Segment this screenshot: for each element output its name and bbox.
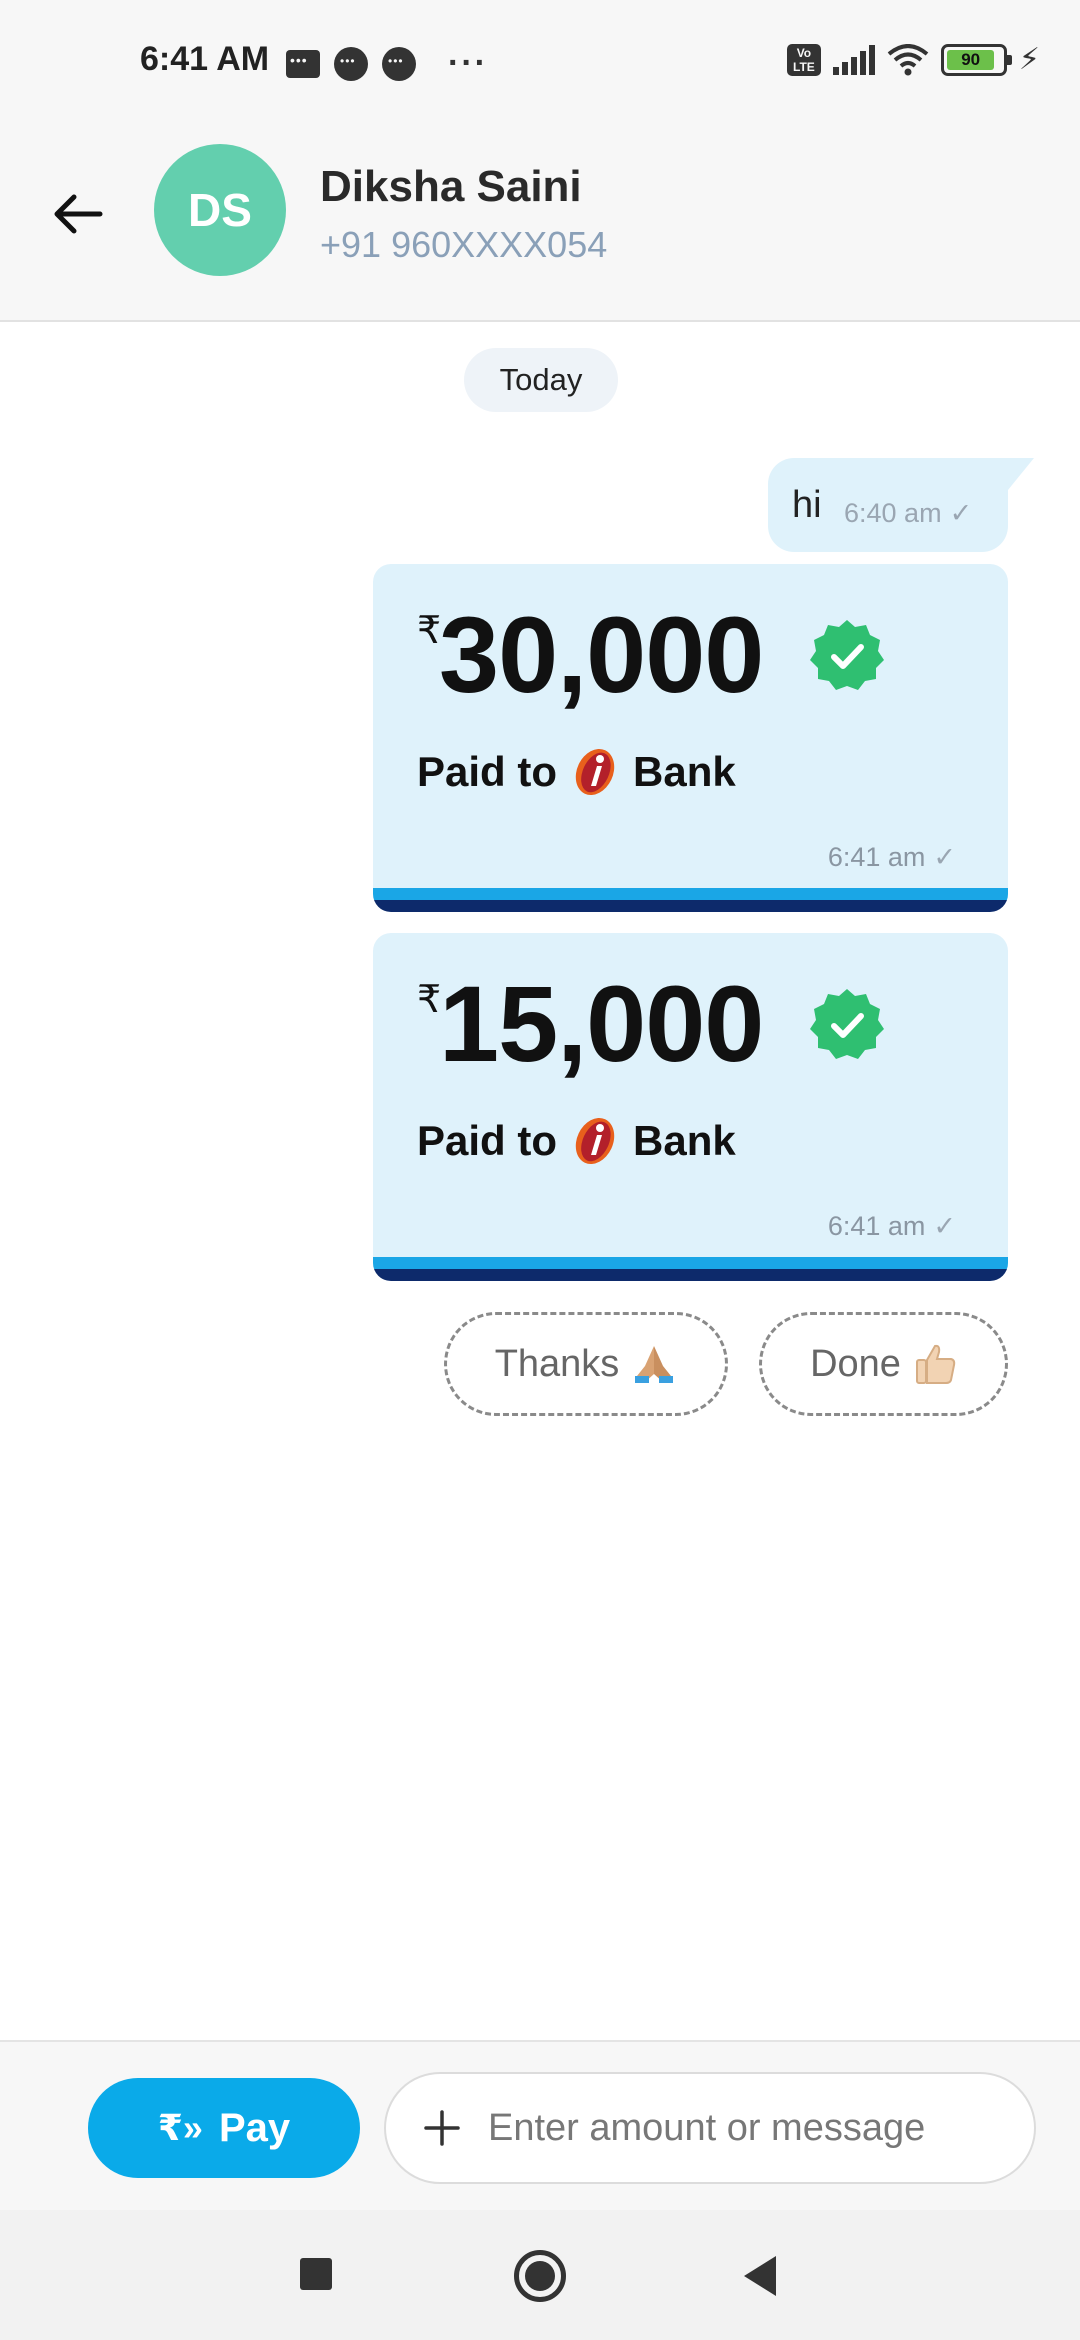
payment-time-text: 6:41 am [827,842,926,872]
thumbs-up-icon [915,1344,956,1384]
back-button[interactable] [48,184,108,244]
folded-hands-icon [635,1346,674,1383]
payment-amount: 15,000 [439,963,764,1084]
chat-notification-icon [382,46,416,81]
currency-symbol: ₹ [417,979,442,1021]
card-stripe [373,1257,1008,1269]
currency-symbol: ₹ [417,610,442,652]
quick-reply-thanks[interactable]: Thanks [444,1312,728,1416]
quick-reply-label: Done [810,1342,901,1385]
paid-to-line: Paid to Bank [417,1115,736,1167]
charging-icon: ⚡ [1018,43,1040,76]
chat-header: DS Diksha Saini +91 960XXXX054 [0,124,1080,322]
payment-card[interactable]: ₹ 30,000 Paid to Bank 6:41 am ✓ [373,564,1008,912]
message-time-text: 6:40 am [844,498,942,528]
bank-logo-icon [575,748,615,796]
wifi-icon [887,43,929,76]
contact-phone: +91 960XXXX054 [320,224,608,265]
home-button[interactable] [514,2250,566,2302]
pay-button-label: Pay [218,2105,291,2150]
bank-logo-icon [575,1117,615,1165]
message-input[interactable] [488,2106,1008,2150]
plus-icon[interactable] [420,2106,464,2150]
card-stripe [373,1269,1008,1281]
card-stripe [373,888,1008,900]
arrow-left-icon [54,194,103,234]
system-icons: Vo LTE 90 ⚡ [786,42,1040,77]
payment-time-text: 6:41 am [827,1211,926,1241]
battery-level: 90 [946,49,995,70]
verified-badge-icon [810,989,884,1059]
nav-back-button[interactable] [744,2256,776,2296]
payment-time: 6:41 am ✓ [828,1211,956,1242]
composer-bar: ₹» Pay [0,2040,1080,2210]
paid-to-label: Paid to [417,748,558,795]
message-bubble[interactable]: hi 6:40 am ✓ [768,458,1034,552]
sent-check-icon: ✓ [949,498,973,528]
status-time: 6:41 AM [140,40,270,78]
rupee-send-icon: ₹» [157,2107,203,2148]
signal-icon [832,44,875,75]
message-text: hi [792,484,822,526]
chat-notification-icon [334,46,368,81]
contact-name[interactable]: Diksha Saini [320,162,582,212]
sent-check-icon: ✓ [933,842,956,872]
message-time: 6:40 am ✓ [844,498,972,529]
payment-time: 6:41 am ✓ [828,842,956,873]
payment-card[interactable]: ₹ 15,000 Paid to Bank 6:41 am ✓ [373,933,1008,1281]
avatar[interactable]: DS [154,144,286,276]
pay-button[interactable]: ₹» Pay [88,2078,360,2178]
battery-icon: 90 [940,43,1012,76]
verified-badge-icon [810,620,884,690]
volte-icon: Vo LTE [786,43,821,76]
sent-check-icon: ✓ [933,1211,956,1241]
status-bar: 6:41 AM ··· VoLTE 90 ⚡ [0,0,1080,124]
notification-icons: ··· [286,44,488,83]
bank-name: Bank [633,1117,736,1164]
recent-apps-button[interactable] [300,2258,332,2290]
message-input-container[interactable] [384,2072,1036,2184]
sms-notification-icon [286,49,320,78]
date-separator: Today [464,348,618,412]
navigation-bar [0,2210,1080,2340]
paid-to-line: Paid to Bank [417,746,736,798]
quick-reply-done[interactable]: Done [759,1312,1008,1416]
quick-reply-label: Thanks [494,1342,620,1385]
bank-name: Bank [633,748,736,795]
card-stripe [373,900,1008,912]
more-notifications-icon: ··· [448,44,488,82]
payment-amount: 30,000 [439,594,764,715]
paid-to-label: Paid to [417,1117,558,1164]
